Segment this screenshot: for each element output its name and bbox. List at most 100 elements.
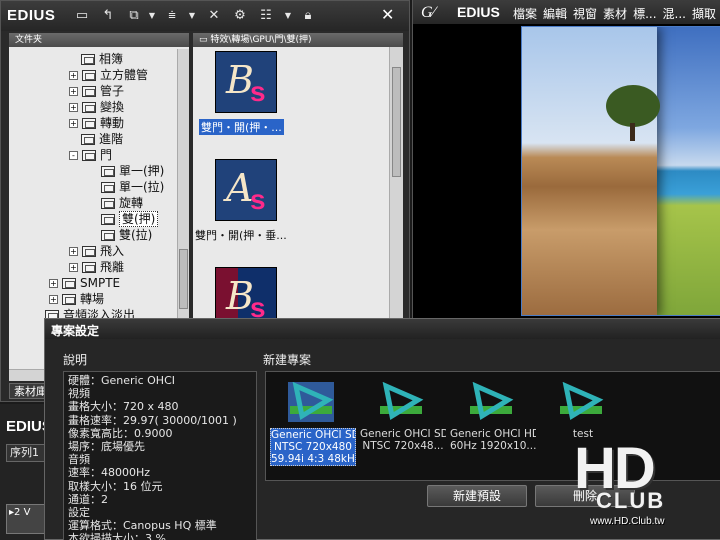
tree-item[interactable]: 雙(押): [101, 211, 159, 227]
tree-image: [606, 85, 660, 127]
collapse-icon[interactable]: -: [69, 151, 78, 160]
menu-capture[interactable]: 擷取: [692, 7, 716, 21]
tree-item[interactable]: + 變換: [69, 99, 124, 115]
preset-label: Generic OHCI SD NTSC 720x48...: [360, 428, 446, 452]
tree-item[interactable]: + 轉場: [49, 291, 104, 307]
preset-label-line: Generic OHCI HD: [450, 428, 536, 440]
description-heading: 說明: [63, 353, 88, 367]
expand-icon[interactable]: +: [49, 279, 58, 288]
dialog-title: 專案設定: [51, 324, 100, 338]
transition-folder-icon: [82, 262, 96, 273]
dialog-titlebar[interactable]: 專案設定: [45, 319, 720, 339]
transition-folder-icon: [82, 70, 96, 81]
view-mode-icon[interactable]: ☷: [257, 8, 275, 24]
transition-folder-icon: [82, 102, 96, 113]
menu-clip[interactable]: 素材: [603, 7, 627, 21]
scrollbar-thumb[interactable]: [392, 67, 401, 177]
menu-window[interactable]: 視窗: [573, 7, 597, 21]
expand-icon[interactable]: +: [49, 295, 58, 304]
tree-item-label: 雙(押): [119, 211, 159, 227]
transition-folder-icon: [62, 294, 76, 305]
clip-thumbnail[interactable]: B s: [215, 51, 277, 113]
up-folder-icon[interactable]: ↰: [99, 8, 117, 24]
menu-mixer[interactable]: 混...: [663, 7, 686, 21]
bin-tab[interactable]: 素材庫: [9, 383, 49, 399]
expand-icon[interactable]: +: [69, 119, 78, 128]
tree-item[interactable]: + 管子: [69, 83, 124, 99]
expand-icon[interactable]: +: [69, 87, 78, 96]
preset-icon: [470, 382, 514, 421]
preset-label: Generic OHCI SD NTSC 720x480 59.94i 4:3 48…: [270, 428, 356, 466]
hdclub-watermark-logo: HD CLUB www.HD.Club.tw: [574, 440, 714, 536]
menu-file[interactable]: 檔案: [513, 7, 537, 21]
clip-label[interactable]: 雙門・開(押・...: [199, 119, 284, 135]
preset-item[interactable]: Generic OHCI HD 60Hz 1920x10...: [450, 382, 536, 478]
folder-icon[interactable]: ▭: [73, 8, 91, 24]
description-line: 硬體：Generic OHCI: [68, 374, 176, 387]
tree-item-label: 單一(拉): [119, 180, 165, 194]
tree-item[interactable]: 進階: [81, 131, 123, 147]
dropdown-arrow-icon[interactable]: ▼: [143, 8, 161, 24]
preset-label-line: Generic OHCI SD: [271, 429, 356, 441]
expand-icon[interactable]: +: [69, 103, 78, 112]
expand-icon[interactable]: +: [69, 247, 78, 256]
sequence-tab[interactable]: 序列1: [6, 444, 46, 462]
tree-item[interactable]: + 飛離: [69, 259, 124, 275]
lock-icon[interactable]: 🔒︎: [299, 8, 317, 24]
preview-title: EDIUS: [457, 4, 500, 20]
expand-icon[interactable]: +: [69, 263, 78, 272]
description-line: 音頻: [68, 453, 90, 467]
tree-item[interactable]: + SMPTE: [49, 275, 120, 291]
description-line: 通道：2: [68, 492, 108, 506]
tree-item[interactable]: 旋轉: [101, 195, 143, 211]
dropdown-arrow-icon[interactable]: ▼: [279, 8, 297, 24]
menu-edit[interactable]: 編輯: [543, 7, 567, 21]
tree-item-label: 轉場: [80, 292, 105, 306]
description-box: 硬體：Generic OHCI 視頻 畫格大小：720 x 480 畫格速率：29.9…: [63, 371, 257, 540]
description-line: 運算格式：Canopus HQ 標準: [68, 519, 217, 533]
description-line: 取樣大小：16 位元: [68, 479, 163, 493]
properties-icon[interactable]: ⚙: [231, 8, 249, 24]
timeline-add-icon[interactable]: ⩧: [163, 8, 181, 24]
tree-item[interactable]: 雙(拉): [101, 227, 152, 243]
watermark-url-text: www.HD.Club.tw: [590, 516, 665, 527]
tree-item-label: 立方體管: [100, 68, 149, 82]
preset-label-line: Generic OHCI SD: [360, 428, 446, 440]
preset-icon: [560, 382, 604, 421]
tree-item[interactable]: + 轉動: [69, 115, 124, 131]
clip-label[interactable]: 雙門・開(押・垂...: [195, 227, 287, 243]
clip-path-text: 特效\轉場\GPU\門\雙(押): [210, 35, 312, 45]
description-line: 視頻: [68, 387, 90, 401]
tree-item[interactable]: -門: [69, 147, 112, 163]
folder-icon: ▭: [199, 35, 211, 45]
tree-item[interactable]: 相簿: [81, 51, 123, 67]
tree-item[interactable]: + 立方體管: [69, 67, 148, 83]
preset-item[interactable]: Generic OHCI SD NTSC 720x48...: [360, 382, 446, 478]
preview-window: G⁄ EDIUS 檔案 編輯 視窗 素材 標... 混... 擷取: [412, 0, 720, 320]
menu-marker[interactable]: 標...: [633, 7, 656, 21]
preset-icon: [380, 382, 424, 421]
copy-icon[interactable]: ⧉: [125, 8, 143, 24]
expand-icon[interactable]: +: [69, 71, 78, 80]
preview-video-frame[interactable]: [521, 26, 720, 316]
preset-label: Generic OHCI HD 60Hz 1920x10...: [450, 428, 536, 452]
tree-trunk-image: [630, 123, 635, 141]
delete-icon[interactable]: ✕: [205, 8, 223, 24]
preset-icon: [288, 382, 334, 422]
tree-item[interactable]: + 飛入: [69, 243, 124, 259]
dropdown-arrow-icon[interactable]: ▼: [183, 8, 201, 24]
clip-thumbnail[interactable]: A s: [215, 159, 277, 221]
transition-folder-icon: [101, 182, 115, 193]
tree-item-label: 門: [100, 148, 113, 162]
tree-item[interactable]: 單一(拉): [101, 179, 164, 195]
tree-item-label: 單一(押): [119, 164, 165, 178]
tree-item[interactable]: 單一(押): [101, 163, 164, 179]
new-preset-button[interactable]: 新建預設: [427, 485, 527, 507]
transition-folder-icon: [81, 134, 95, 145]
preset-item[interactable]: Generic OHCI SD NTSC 720x480 59.94i 4:3 48…: [270, 382, 356, 478]
close-icon[interactable]: ✕: [381, 5, 394, 24]
scrollbar-thumb[interactable]: [179, 249, 188, 309]
description-line: 設定: [68, 506, 90, 520]
description-line: 場序：底場優先: [68, 440, 145, 454]
transition-folder-icon: [81, 54, 95, 65]
